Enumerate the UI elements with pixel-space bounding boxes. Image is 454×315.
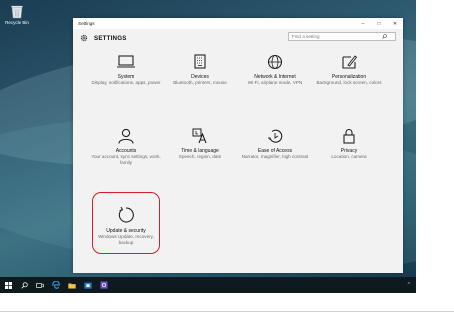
tile-description: Bluetooth, printers, mouse [173,80,227,85]
start-icon[interactable] [0,277,16,293]
search-placeholder: Find a setting [292,34,320,39]
search-icon[interactable] [16,277,32,293]
taskbar: ^ [0,277,416,293]
lock-icon [343,129,355,144]
tile-description: Your account, sync settings, work, famil… [91,154,161,165]
time-language-icon [192,128,207,144]
settings-window: Settings – □ ✕ SETTINGS Find a setting S… [73,18,403,273]
close-button[interactable]: ✕ [387,18,403,29]
tile-ease-of-access[interactable]: Ease of Access Narrator, magnifier, high… [236,128,314,160]
tile-description: Display, notifications, apps, power [91,80,161,85]
tile-time-language[interactable]: Time & language Speech, region, date [161,128,239,160]
title-bar[interactable]: Settings – □ ✕ [73,18,403,29]
tile-personalization[interactable]: Personalization Background, lock screen,… [310,54,388,86]
tile-system[interactable]: System Display, notifications, apps, pow… [87,54,165,86]
task-view-icon[interactable] [32,277,48,293]
gear-icon [80,34,88,42]
tray-caret[interactable]: ^ [408,282,410,288]
desktop: Recycle Bin Settings – □ ✕ SETTINGS Find… [0,0,416,293]
page-title: SETTINGS [94,34,127,42]
recycle-bin[interactable]: Recycle Bin [4,5,30,25]
minimize-button[interactable]: – [355,18,371,29]
recycle-bin-icon [11,5,23,19]
tile-description: Narrator, magnifier, high contrast [241,154,309,159]
tile-description: Wi-Fi, airplane mode, VPN [247,80,303,85]
settings-grid: System Display, notifications, apps, pow… [73,48,403,273]
divider [0,311,454,312]
highlight-circle [92,192,160,254]
tile-description: Location, camera [331,154,367,159]
person-icon [118,128,134,144]
globe-icon [267,54,283,70]
file-explorer-icon[interactable] [64,277,80,293]
keyboard-icon [194,54,206,69]
tile-accounts[interactable]: Accounts Your account, sync settings, wo… [87,128,165,166]
tile-network[interactable]: Network & Internet Wi-Fi, airplane mode,… [236,54,314,86]
tile-description: Speech, region, date [178,154,222,159]
maximize-button[interactable]: □ [371,18,387,29]
window-title: Settings [78,21,95,26]
paint-icon [342,55,358,69]
search-icon [382,34,393,39]
laptop-icon [117,55,135,68]
search-input[interactable]: Find a setting [288,32,396,41]
settings-header: SETTINGS Find a setting [73,29,403,47]
ease-of-access-icon [268,129,283,143]
tile-description: Background, lock screen, colors [316,80,382,85]
store-icon[interactable] [80,277,96,293]
edge-icon[interactable] [48,277,64,293]
recycle-bin-label: Recycle Bin [5,20,29,25]
app-icon[interactable] [96,277,112,293]
tile-privacy[interactable]: Privacy Location, camera [310,128,388,160]
tile-devices[interactable]: Devices Bluetooth, printers, mouse [161,54,239,86]
